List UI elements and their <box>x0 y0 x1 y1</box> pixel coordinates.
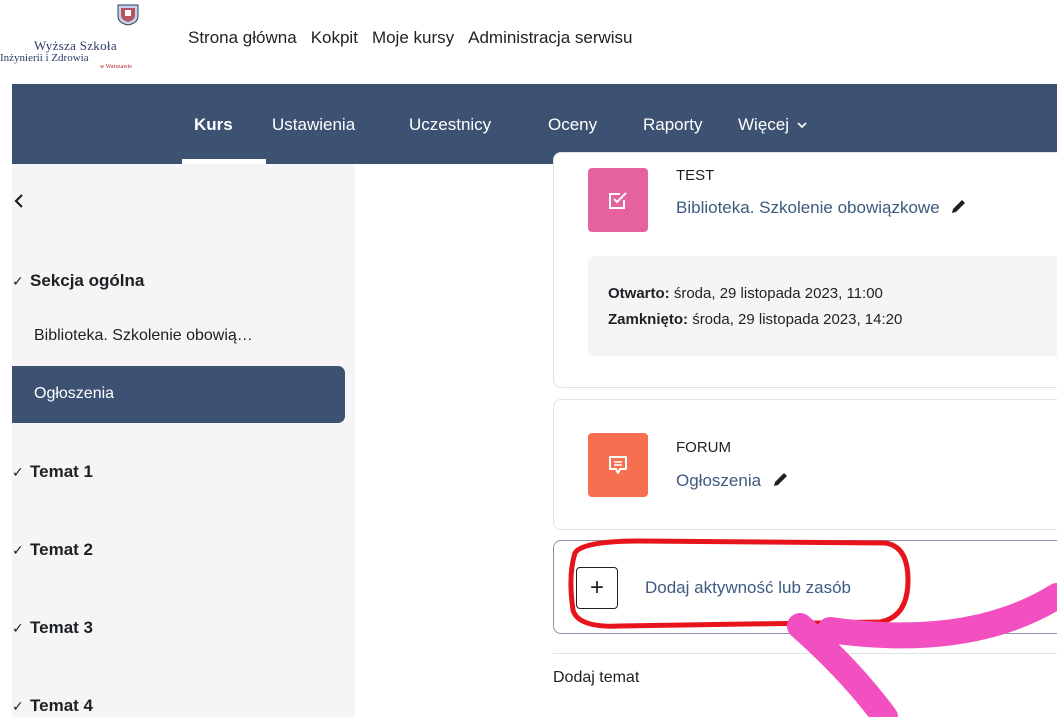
course-index-drawer: ✓ Sekcja ogólna Biblioteka. Szkolenie obo… <box>12 164 355 717</box>
add-activity-button[interactable]: + Dodaj aktywność lub zasób <box>553 540 1057 634</box>
closed-value: środa, 29 listopada 2023, 14:20 <box>692 311 903 328</box>
logo-line-3: w Warszawie <box>100 64 132 70</box>
chevron-down-icon <box>797 122 807 129</box>
nav-dashboard[interactable]: Kokpit <box>311 28 358 48</box>
section-general[interactable]: ✓ Sekcja ogólna <box>12 271 144 291</box>
pencil-icon[interactable] <box>950 197 968 215</box>
nav-site-admin[interactable]: Administracja serwisu <box>468 28 632 48</box>
tab-more[interactable]: Więcej <box>738 115 807 135</box>
speech-bubble-icon <box>609 456 627 474</box>
course-index-item-label: Ogłoszenia <box>34 385 115 402</box>
activity-type: TEST <box>676 167 715 184</box>
pencil-icon[interactable] <box>772 470 790 488</box>
chevron-icon: ✓ <box>12 542 24 558</box>
tab-settings[interactable]: Ustawienia <box>272 115 355 135</box>
plus-icon: + <box>576 567 618 609</box>
activity-name: Biblioteka. Szkolenie obowiązkowe <box>676 198 940 217</box>
chevron-icon: ✓ <box>12 464 24 480</box>
top-bar: Wyższa Szkoła Inżynierii i Zdrowia w War… <box>0 0 1057 84</box>
tab-course[interactable]: Kurs <box>194 115 233 135</box>
quiz-icon <box>588 168 648 232</box>
course-index-item-announcements[interactable]: Ogłoszenia <box>12 366 345 423</box>
add-activity-label: Dodaj aktywność lub zasób <box>645 578 852 597</box>
course-index-item-library[interactable]: Biblioteka. Szkolenie obowią… <box>34 327 253 345</box>
section-topic-2[interactable]: ✓ Temat 2 <box>12 540 93 560</box>
closed-label: Zamknięto: <box>608 311 689 328</box>
opened-value: środa, 29 listopada 2023, 11:00 <box>673 285 883 302</box>
chevron-left-icon[interactable] <box>12 192 26 210</box>
opened-date: Otwarto: środa, 29 listopada 2023, 11:00 <box>608 285 883 302</box>
tab-participants[interactable]: Uczestnicy <box>409 115 491 135</box>
nav-my-courses[interactable]: Moje kursy <box>372 28 454 48</box>
activity-card-quiz: TEST Biblioteka. Szkolenie obowiązkowe O… <box>553 152 1057 388</box>
university-logo[interactable]: Wyższa Szkoła Inżynierii i Zdrowia w War… <box>0 4 150 80</box>
chevron-icon: ✓ <box>12 273 24 289</box>
section-topic-3[interactable]: ✓ Temat 3 <box>12 618 93 638</box>
section-topic-2-label: Temat 2 <box>30 540 93 559</box>
tab-grades[interactable]: Oceny <box>548 115 597 135</box>
chevron-icon: ✓ <box>12 698 24 714</box>
section-topic-4[interactable]: ✓ Temat 4 <box>12 696 93 716</box>
activity-name: Ogłoszenia <box>676 471 762 490</box>
section-divider <box>553 653 1057 654</box>
forum-icon <box>588 433 648 497</box>
section-topic-4-label: Temat 4 <box>30 696 93 715</box>
primary-navigation: Strona główna Kokpit Moje kursy Administ… <box>188 28 633 48</box>
tab-more-label: Więcej <box>738 115 790 134</box>
section-topic-1-label: Temat 1 <box>30 462 93 481</box>
activity-link-quiz[interactable]: Biblioteka. Szkolenie obowiązkowe <box>676 197 968 218</box>
nav-home[interactable]: Strona główna <box>188 28 297 48</box>
crest-icon <box>117 4 139 26</box>
chevron-icon: ✓ <box>12 620 24 636</box>
course-content: TEST Biblioteka. Szkolenie obowiązkowe O… <box>355 152 1057 717</box>
opened-label: Otwarto: <box>608 285 670 302</box>
activity-type: FORUM <box>676 439 731 456</box>
section-general-label: Sekcja ogólna <box>30 271 145 290</box>
section-topic-3-label: Temat 3 <box>30 618 93 637</box>
closed-date: Zamknięto: środa, 29 listopada 2023, 14:… <box>608 311 902 328</box>
activity-dates: Otwarto: środa, 29 listopada 2023, 11:00… <box>588 256 1057 356</box>
checkbox-icon <box>609 192 627 209</box>
logo-line-2: Inżynierii i Zdrowia <box>0 52 89 64</box>
tab-reports[interactable]: Raporty <box>643 115 703 135</box>
activity-card-forum: FORUM Ogłoszenia <box>553 399 1057 530</box>
activity-link-forum[interactable]: Ogłoszenia <box>676 470 790 491</box>
section-topic-1[interactable]: ✓ Temat 1 <box>12 462 93 482</box>
add-topic-link[interactable]: Dodaj temat <box>553 669 639 687</box>
